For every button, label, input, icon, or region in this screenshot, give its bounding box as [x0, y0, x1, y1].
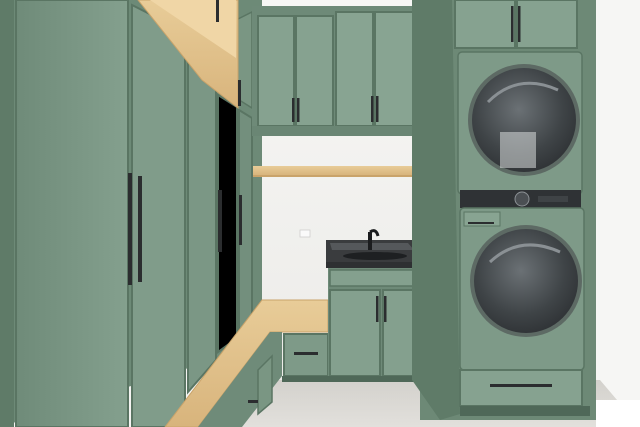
detergent-drawer-handle[interactable]	[468, 222, 494, 224]
cabinet-handle[interactable]	[238, 80, 241, 106]
upper-cabinet-door-2[interactable]	[295, 15, 334, 127]
cabinet-handle[interactable]	[218, 190, 222, 252]
cabinet-handle[interactable]	[384, 296, 387, 322]
right-wall	[592, 0, 640, 427]
cabinet-handle[interactable]	[297, 98, 300, 122]
laundry-tower-side	[412, 0, 460, 420]
cabinet-handle[interactable]	[239, 195, 242, 245]
cabinet-handle[interactable]	[376, 296, 379, 322]
tall-cabinet-door-2	[15, 0, 129, 427]
wall-outlet	[299, 229, 311, 238]
top-cabinet-door-right[interactable]	[516, 0, 578, 49]
floating-shelf	[253, 166, 421, 175]
cabinet-handle[interactable]	[292, 98, 295, 122]
cabinet-handle[interactable]	[511, 6, 514, 42]
control-display	[538, 196, 568, 202]
tall-cabinet-door-4	[187, 60, 217, 395]
upper-cabinet-bottom-trim	[252, 126, 420, 136]
control-dial[interactable]	[514, 191, 530, 207]
drawer-handle[interactable]	[248, 400, 258, 403]
dryer-door-window-glare	[500, 132, 536, 168]
cabinet-handle[interactable]	[128, 173, 132, 285]
top-cabinet-door-left[interactable]	[454, 0, 516, 49]
cabinet-handle[interactable]	[518, 6, 521, 42]
baseboard	[596, 400, 640, 427]
faucet[interactable]	[368, 232, 372, 250]
upper-cabinet-door-3[interactable]	[335, 11, 374, 127]
lower-cabinet-door-left[interactable]	[329, 289, 381, 377]
pedestal-drawer[interactable]	[459, 369, 583, 407]
drawer-handle[interactable]	[490, 384, 552, 387]
floating-shelf-edge	[253, 175, 421, 177]
drawer-handle[interactable]	[294, 352, 318, 355]
cabinet-handle[interactable]	[376, 96, 379, 122]
cabinet-handle[interactable]	[216, 0, 219, 22]
tall-cabinet-door-1	[0, 0, 14, 427]
cabinet-handle[interactable]	[138, 176, 142, 282]
cabinet-handle[interactable]	[371, 96, 374, 122]
sink-basin	[343, 252, 407, 260]
tower-toe-kick	[460, 406, 590, 416]
upper-cabinet-door-1[interactable]	[257, 15, 295, 127]
upper-cabinet-door-4[interactable]	[374, 11, 416, 127]
laundry-room-scene	[0, 0, 640, 427]
